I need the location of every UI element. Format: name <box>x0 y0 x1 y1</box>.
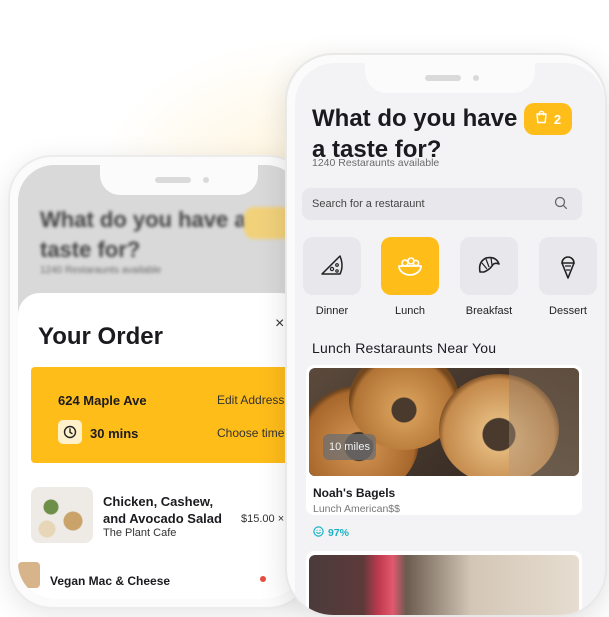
search-input[interactable]: Search for a restaraunt <box>302 188 582 220</box>
category-lunch[interactable]: Lunch <box>381 237 451 317</box>
item-thumbnail <box>31 487 93 543</box>
cart-button[interactable]: 2 <box>524 103 572 135</box>
category-label: Dessert <box>549 305 587 317</box>
clock-icon <box>58 420 82 444</box>
ice-cream-icon <box>539 237 597 295</box>
rating-value: 97% <box>328 527 350 539</box>
section-title: Lunch Restaraunts Near You <box>312 340 497 356</box>
blurred-title: What do you have a taste for? <box>40 207 247 262</box>
item-name: Chicken, Cashew, and Avocado Salad <box>103 494 222 526</box>
page-title: What do you have a taste for? <box>312 105 518 163</box>
blurred-subtitle: 1240 Restaraunts available <box>40 265 162 276</box>
item-price: $15.00 × <box>241 513 285 525</box>
delivery-address: 624 Maple Ave <box>58 393 147 408</box>
order-title: Your Order <box>38 323 163 350</box>
search-icon[interactable] <box>554 196 568 215</box>
delivery-details-card: 624 Maple Ave Edit Address 30 mins Choos… <box>31 367 302 463</box>
choose-time-link[interactable]: Choose time <box>217 426 284 440</box>
restaurant-image: 10 miles <box>309 368 579 476</box>
delivery-time: 30 mins <box>90 426 139 441</box>
restaurant-rating: 97% <box>313 526 349 540</box>
phone-notch <box>365 63 535 93</box>
distance-badge: 10 miles <box>323 434 376 460</box>
order-item[interactable]: Chicken, Cashew, and Avocado Salad The P… <box>31 487 302 547</box>
front-phone: What do you have a taste for? 1240 Resta… <box>285 53 607 617</box>
remove-item-icon[interactable] <box>260 576 266 582</box>
restaurant-image <box>309 555 579 615</box>
edit-address-link[interactable]: Edit Address <box>217 393 284 407</box>
pizza-icon <box>303 237 361 295</box>
close-icon[interactable]: × <box>275 315 284 333</box>
item-thumbnail <box>18 562 40 588</box>
shopping-bag-icon <box>535 110 548 129</box>
restaurant-count: 1240 Restaraunts available <box>312 157 440 169</box>
restaurant-name: Noah's Bagels <box>313 486 396 500</box>
search-placeholder: Search for a restaraunt <box>312 198 425 210</box>
bowl-icon <box>381 237 439 295</box>
category-breakfast[interactable]: Breakfast <box>460 237 530 317</box>
phone-notch <box>100 165 258 195</box>
blurred-header: What do you have a taste for? 1240 Resta… <box>40 205 260 276</box>
category-dessert[interactable]: Dessert <box>539 237 605 317</box>
back-phone: What do you have a taste for? 1240 Resta… <box>8 155 312 609</box>
category-dinner[interactable]: Dinner <box>303 237 373 317</box>
category-label: Breakfast <box>465 305 513 317</box>
item-name: Vegan Mac & Cheese <box>50 574 171 588</box>
restaurant-card[interactable] <box>306 551 582 615</box>
item-restaurant: The Plant Cafe <box>103 527 177 539</box>
order-item[interactable]: Vegan Mac & Cheese <box>18 562 298 592</box>
front-phone-screen: What do you have a taste for? 1240 Resta… <box>295 63 605 615</box>
category-label: Dinner <box>315 305 349 317</box>
restaurant-card[interactable]: 10 miles Noah's Bagels Lunch American$$ <box>306 365 582 515</box>
back-phone-screen: What do you have a taste for? 1240 Resta… <box>18 165 302 599</box>
restaurant-type: Lunch American$$ <box>313 503 400 515</box>
cart-count: 2 <box>553 111 562 127</box>
order-sheet: Your Order × 624 Maple Ave Edit Address … <box>18 293 302 599</box>
smile-icon <box>313 526 324 540</box>
category-label: Lunch <box>395 305 425 317</box>
croissant-icon <box>460 237 518 295</box>
